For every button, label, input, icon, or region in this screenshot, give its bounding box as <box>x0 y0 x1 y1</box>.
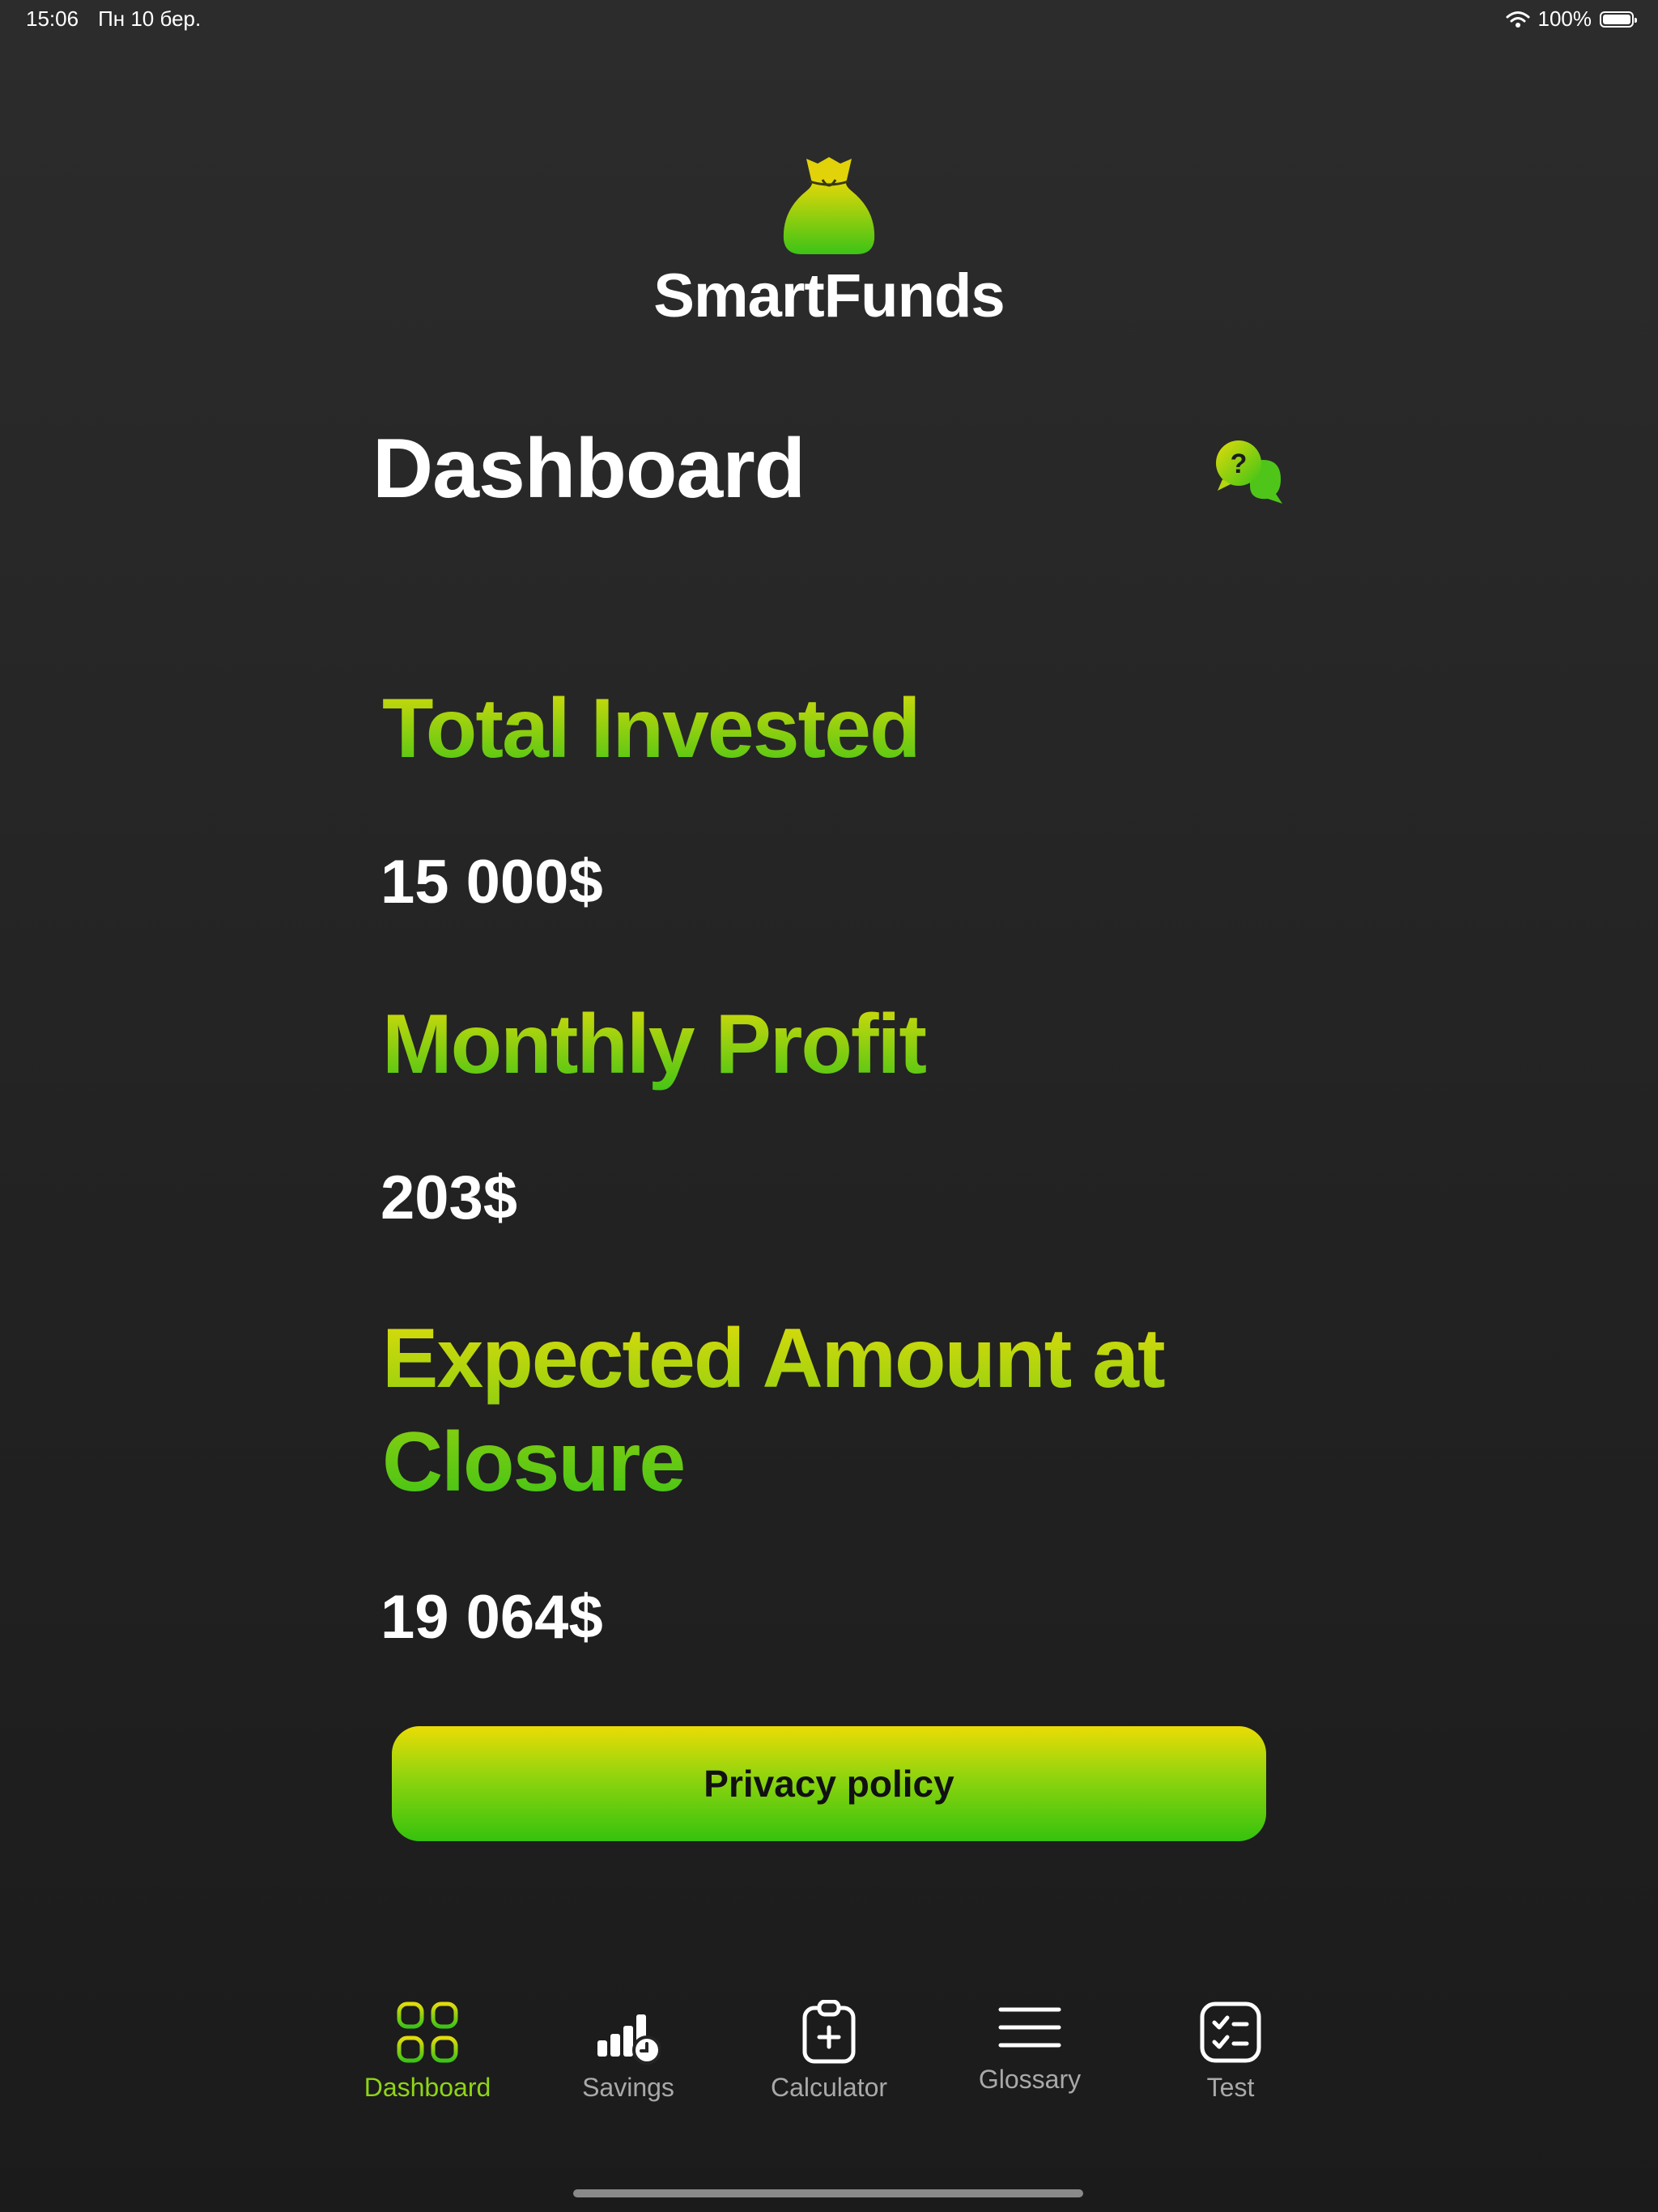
tab-glossary[interactable]: Glossary <box>941 2000 1119 2095</box>
money-bag-icon <box>783 157 875 254</box>
monthly-profit-label: Monthly Profit <box>382 993 1289 1096</box>
expected-amount-value: 19 064$ <box>380 1583 603 1652</box>
battery-percent: 100% <box>1537 6 1592 31</box>
tab-label: Dashboard <box>363 2073 491 2102</box>
monthly-profit-value: 203$ <box>380 1163 518 1232</box>
checklist-icon <box>1200 2001 1261 2063</box>
wifi-icon <box>1506 11 1529 28</box>
tab-label: Glossary <box>978 2065 1082 2094</box>
tab-dashboard[interactable]: Dashboard <box>338 2000 517 2103</box>
status-time: 15:06 <box>26 6 79 31</box>
total-invested-value: 15 000$ <box>380 848 603 917</box>
svg-text:?: ? <box>1231 449 1248 479</box>
tab-calculator[interactable]: Calculator <box>740 2000 918 2103</box>
home-indicator[interactable] <box>573 2189 1083 2197</box>
bar-chart-clock-icon <box>597 2014 661 2065</box>
tab-test[interactable]: Test <box>1141 2000 1320 2103</box>
privacy-policy-button[interactable]: Privacy policy <box>392 1726 1266 1841</box>
tab-label: Test <box>1206 2073 1255 2102</box>
help-chat-icon[interactable]: ? <box>1214 437 1284 507</box>
page-title: Dashboard <box>372 422 806 516</box>
status-bar: 15:06 Пн 10 бер. 100% <box>0 0 1658 39</box>
tab-label: Savings <box>582 2073 674 2102</box>
battery-icon <box>1600 11 1637 28</box>
app-name: SmartFunds <box>653 262 1005 330</box>
grid-icon <box>397 2001 458 2063</box>
tab-bar: Dashboard Savings Calculator Glossary Te… <box>0 1976 1658 2138</box>
tab-label: Calculator <box>770 2073 888 2102</box>
clipboard-plus-icon <box>802 2000 856 2064</box>
expected-amount-label: Expected Amount at Closure <box>382 1307 1289 1514</box>
menu-lines-icon <box>998 2007 1061 2048</box>
total-invested-label: Total Invested <box>382 677 1289 781</box>
tab-savings[interactable]: Savings <box>539 2000 717 2103</box>
status-date: Пн 10 бер. <box>98 6 202 31</box>
